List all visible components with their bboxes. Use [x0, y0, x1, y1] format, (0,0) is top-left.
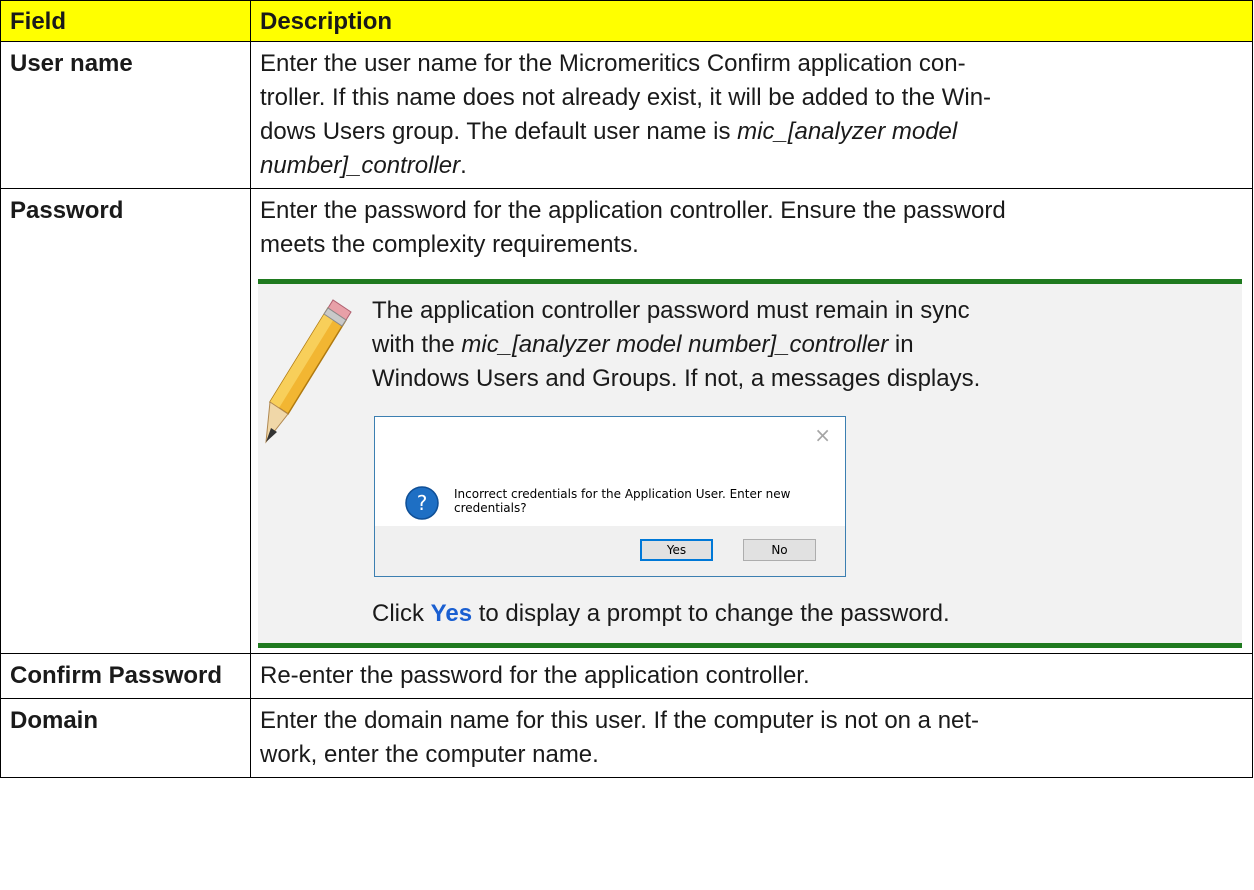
description-user-name: Enter the user name for the Micromeritic…	[250, 41, 1253, 189]
desc-text: work, enter the computer name.	[260, 741, 599, 768]
description-column-header: Description	[250, 0, 1253, 42]
header-row: Field Description	[0, 0, 1253, 42]
yes-emphasis: Yes	[430, 600, 473, 627]
field-name-user-name: User name	[0, 41, 251, 189]
description-confirm-password: Re-enter the password for the applicatio…	[250, 653, 1253, 699]
desc-text: Enter the password for the application c…	[260, 197, 1006, 224]
yes-button[interactable]: Yes	[640, 539, 713, 561]
default-user-name-part1: mic_[analyzer model	[737, 118, 958, 145]
click-yes-instruction: Click Yes to display a prompt to change …	[372, 597, 1228, 631]
note-line: with the	[372, 331, 462, 358]
note-text: The application controller password must…	[372, 294, 1228, 396]
question-icon: ?	[405, 486, 439, 520]
dialog-footer: Yes No	[375, 526, 845, 576]
controller-account-name: mic_[analyzer model number]_controller	[461, 331, 889, 358]
dialog-message-line: credentials?	[454, 501, 527, 515]
desc-text: Enter the domain name for this user. If …	[260, 707, 980, 734]
desc-text: troller. If this name does not already e…	[260, 84, 992, 111]
field-column-header: Field	[0, 0, 251, 42]
table-row-domain: Domain Enter the domain name for this us…	[0, 698, 1253, 778]
default-user-name-part2: number]_controller	[260, 152, 461, 179]
desc-text: .	[460, 152, 467, 179]
instruction-text: Click	[372, 600, 431, 627]
field-description-table: Field Description User name Enter the us…	[0, 0, 1253, 778]
note-line: in	[888, 331, 914, 358]
dialog-message-line: Incorrect credentials for the Applicatio…	[454, 487, 791, 501]
note-line: Windows Users and Groups. If not, a mess…	[372, 365, 981, 392]
desc-text: meets the complexity requirements.	[260, 231, 639, 258]
description-password: Enter the password for the application c…	[250, 188, 1253, 654]
svg-text:?: ?	[417, 491, 428, 515]
close-icon[interactable]: ×	[814, 425, 831, 445]
table-row-confirm-password: Confirm Password Re-enter the password f…	[0, 653, 1253, 699]
note-line: The application controller password must…	[372, 297, 970, 324]
note-box: The application controller password must…	[258, 279, 1242, 648]
desc-text: dows Users group. The default user name …	[260, 118, 738, 145]
table-row-password: Password Enter the password for the appl…	[0, 188, 1253, 654]
no-button[interactable]: No	[743, 539, 816, 561]
description-domain: Enter the domain name for this user. If …	[250, 698, 1253, 778]
dialog-message: Incorrect credentials for the Applicatio…	[454, 487, 834, 515]
field-name-password: Password	[0, 188, 251, 654]
field-name-confirm-password: Confirm Password	[0, 653, 251, 699]
table-row-user-name: User name Enter the user name for the Mi…	[0, 41, 1253, 189]
credentials-dialog-screenshot: × ? Incorrect credentials for the Applic…	[374, 416, 846, 577]
instruction-text: to display a prompt to change the passwo…	[472, 600, 950, 627]
pencil-icon	[258, 294, 372, 631]
field-name-domain: Domain	[0, 698, 251, 778]
desc-text: Enter the user name for the Micromeritic…	[260, 50, 966, 77]
